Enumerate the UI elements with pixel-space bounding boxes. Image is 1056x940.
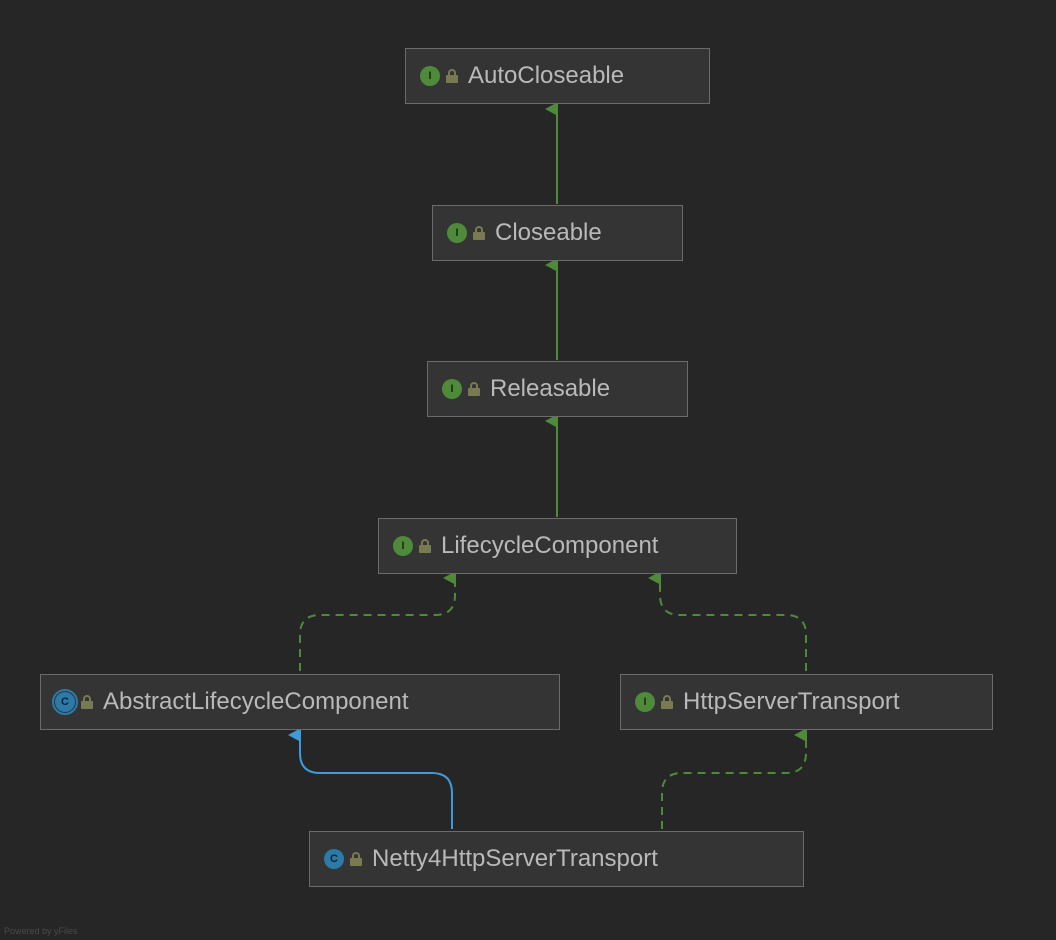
node-autocloseable[interactable]: I AutoCloseable [405,48,710,104]
node-label: Closeable [495,219,602,247]
class-icon: C [324,849,344,869]
node-netty4httpservertransport[interactable]: C Netty4HttpServerTransport [309,831,804,887]
lock-icon [661,695,673,709]
node-label: HttpServerTransport [683,688,900,716]
node-httpservertransport[interactable]: I HttpServerTransport [620,674,993,730]
lock-icon [350,852,362,866]
abstract-class-icon: C [55,692,75,712]
interface-icon: I [393,536,413,556]
node-releasable[interactable]: I Releasable [427,361,688,417]
node-abstractlifecyclecomponent[interactable]: C AbstractLifecycleComponent [40,674,560,730]
node-label: AutoCloseable [468,62,624,90]
lock-icon [446,69,458,83]
interface-icon: I [420,66,440,86]
edge-netty4-abstractlc [300,735,452,829]
lock-icon [419,539,431,553]
interface-icon: I [442,379,462,399]
edges-layer [0,0,1056,940]
node-label: LifecycleComponent [441,532,658,560]
interface-icon: I [447,223,467,243]
lock-icon [81,695,93,709]
interface-icon: I [635,692,655,712]
node-label: AbstractLifecycleComponent [103,688,408,716]
node-closeable[interactable]: I Closeable [432,205,683,261]
edge-httpserver-lifecycle [660,578,806,671]
edge-abstractlc-lifecycle [300,578,455,671]
node-label: Netty4HttpServerTransport [372,845,658,873]
diagram-canvas: I AutoCloseable I Closeable I Releasable… [0,0,1056,940]
lock-icon [468,382,480,396]
lock-icon [473,226,485,240]
edge-netty4-httpserver [662,735,806,829]
node-lifecyclecomponent[interactable]: I LifecycleComponent [378,518,737,574]
node-label: Releasable [490,375,610,403]
attribution-text: Powered by yFiles [4,926,78,936]
